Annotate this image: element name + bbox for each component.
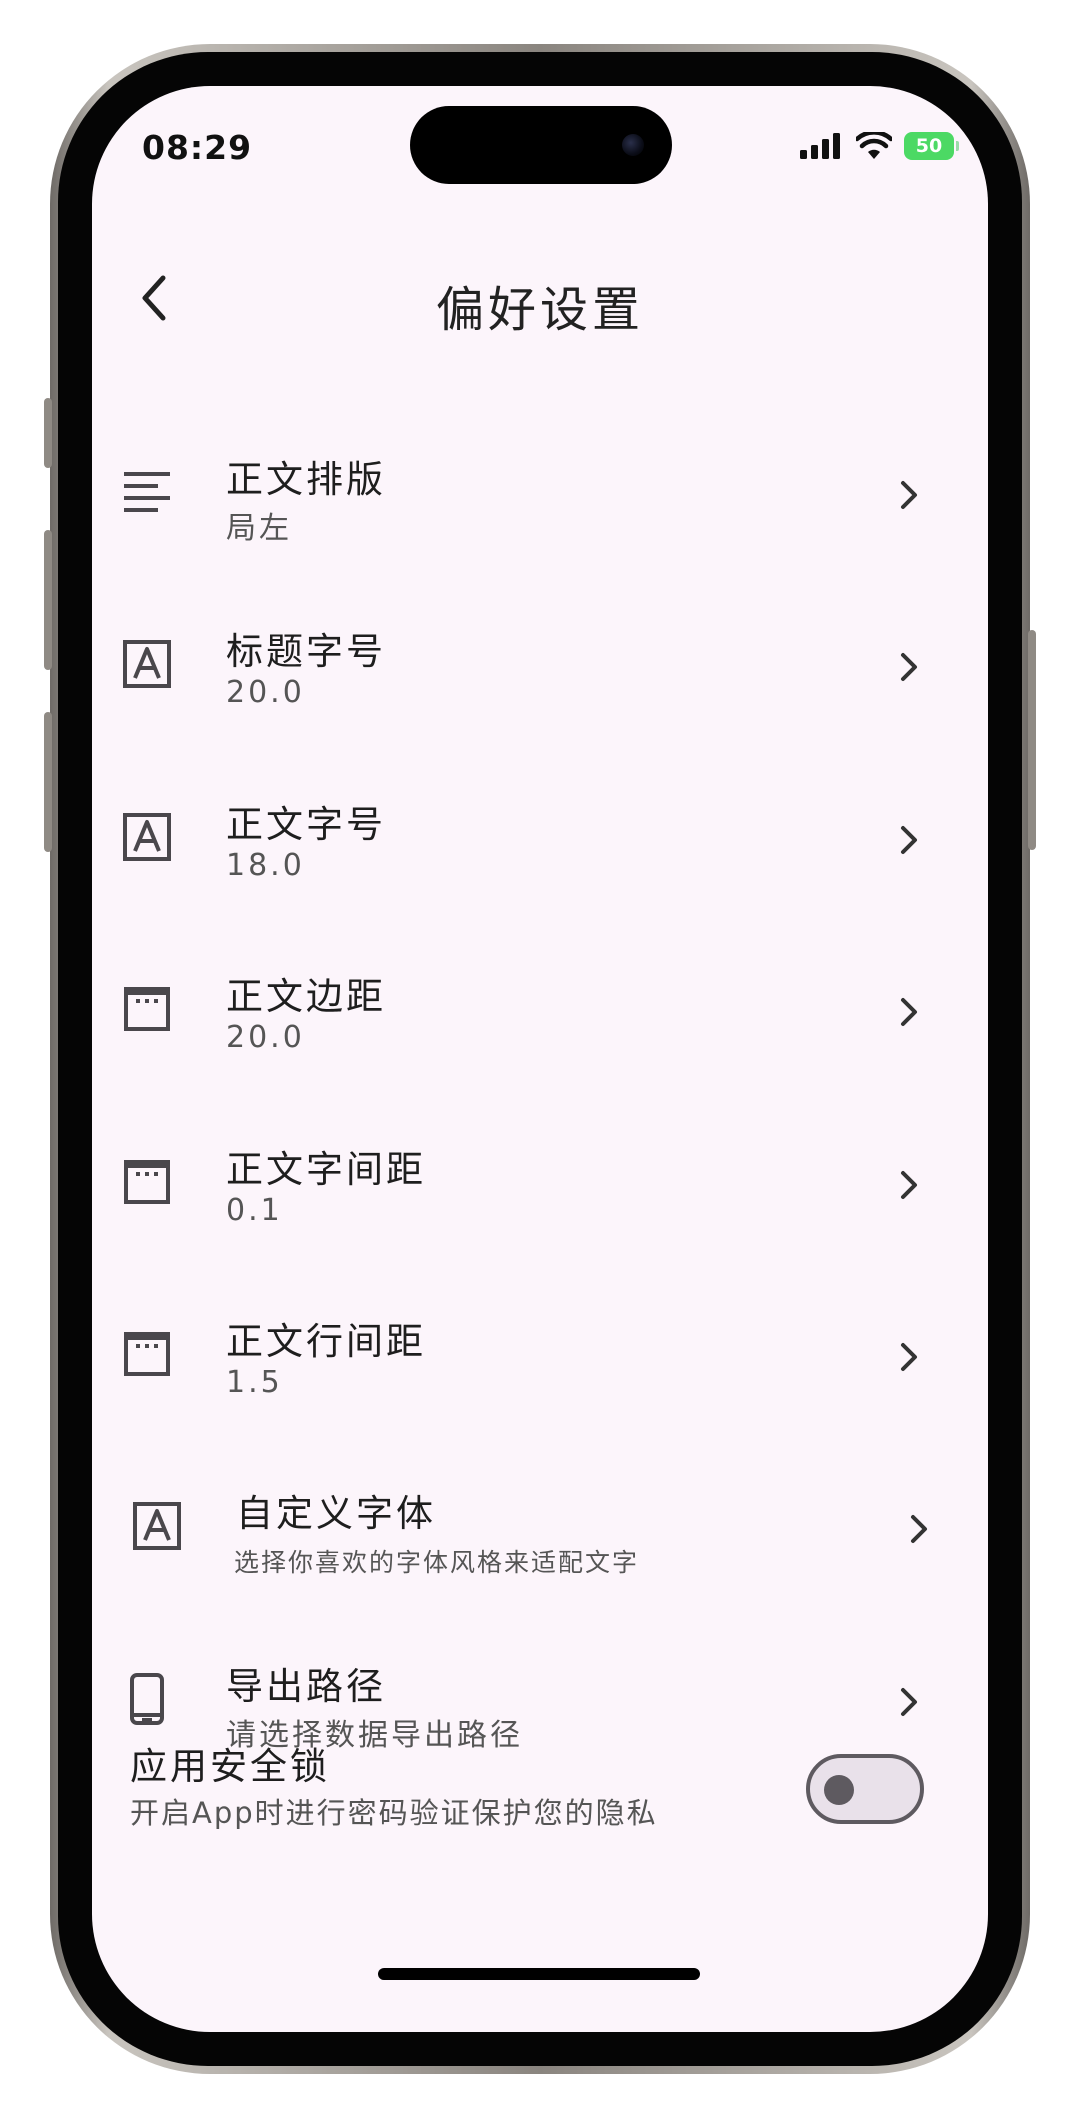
setting-letter-spacing[interactable]: 正文字间距 0.1	[92, 1111, 988, 1283]
setting-title: 正文字间距	[226, 1148, 426, 1191]
chevron-right-icon	[894, 822, 924, 858]
setting-value: 1.5	[226, 1365, 283, 1400]
setting-body-margin[interactable]: 正文边距 20.0	[92, 938, 988, 1110]
setting-title: 正文字号	[226, 803, 386, 846]
battery-icon: 50	[904, 132, 959, 160]
chevron-right-icon	[894, 1167, 924, 1203]
chevron-right-icon	[904, 1511, 934, 1547]
power-button	[1028, 630, 1036, 850]
align-left-icon	[122, 467, 172, 517]
page-title: 偏好设置	[435, 282, 644, 338]
font-size-icon	[122, 639, 172, 689]
setting-value: 18.0	[226, 848, 305, 883]
header: 偏好设置	[92, 256, 988, 356]
setting-description: 选择你喜欢的字体风格来适配文字	[234, 1548, 640, 1577]
setting-title: 标题字号	[226, 630, 386, 673]
font-size-icon	[132, 1501, 182, 1551]
chevron-right-icon	[894, 649, 924, 685]
chevron-right-icon	[894, 477, 924, 513]
chevron-right-icon	[894, 1339, 924, 1375]
security-lock-toggle[interactable]	[806, 1754, 924, 1824]
setting-app-security-lock: 应用安全锁 开启App时进行密码验证保护您的隐私	[92, 1726, 988, 1876]
wifi-icon	[856, 132, 892, 159]
setting-custom-font[interactable]: 自定义字体 选择你喜欢的字体风格来适配文字	[92, 1455, 988, 1627]
setting-title: 正文行间距	[226, 1320, 426, 1363]
setting-title: 正文边距	[226, 975, 386, 1018]
home-indicator	[378, 1968, 700, 1980]
camera-icon	[622, 134, 644, 156]
action-button	[44, 398, 52, 468]
status-icons: 50	[800, 132, 959, 160]
margin-icon	[122, 1329, 172, 1379]
setting-title-font-size[interactable]: 标题字号 20.0	[92, 593, 988, 765]
setting-title: 导出路径	[226, 1665, 386, 1708]
volume-down-button	[44, 712, 52, 852]
status-time: 08:29	[142, 128, 253, 167]
setting-title: 应用安全锁	[130, 1745, 330, 1788]
setting-value: 局左	[226, 511, 292, 546]
chevron-right-icon	[894, 994, 924, 1030]
battery-level: 50	[915, 135, 943, 157]
setting-value: 20.0	[226, 675, 305, 710]
font-size-icon	[122, 812, 172, 862]
screen: 08:29 50 偏好设置 正文排版 局左 标题字号 20.0 正文字号 18.…	[92, 86, 988, 2032]
phone-icon	[122, 1673, 172, 1725]
volume-up-button	[44, 530, 52, 670]
setting-line-spacing[interactable]: 正文行间距 1.5	[92, 1283, 988, 1455]
chevron-right-icon	[894, 1684, 924, 1720]
margin-icon	[122, 1157, 172, 1207]
signal-icon	[800, 133, 840, 159]
setting-title: 正文排版	[226, 458, 386, 501]
setting-value: 0.1	[226, 1193, 283, 1228]
setting-description: 开启App时进行密码验证保护您的隐私	[130, 1796, 658, 1830]
setting-body-font-size[interactable]: 正文字号 18.0	[92, 766, 988, 938]
setting-text-alignment[interactable]: 正文排版 局左	[92, 421, 988, 593]
setting-value: 20.0	[226, 1020, 305, 1055]
dynamic-island	[410, 106, 672, 184]
toggle-knob	[824, 1775, 854, 1805]
setting-title: 自定义字体	[236, 1492, 436, 1535]
margin-icon	[122, 984, 172, 1034]
